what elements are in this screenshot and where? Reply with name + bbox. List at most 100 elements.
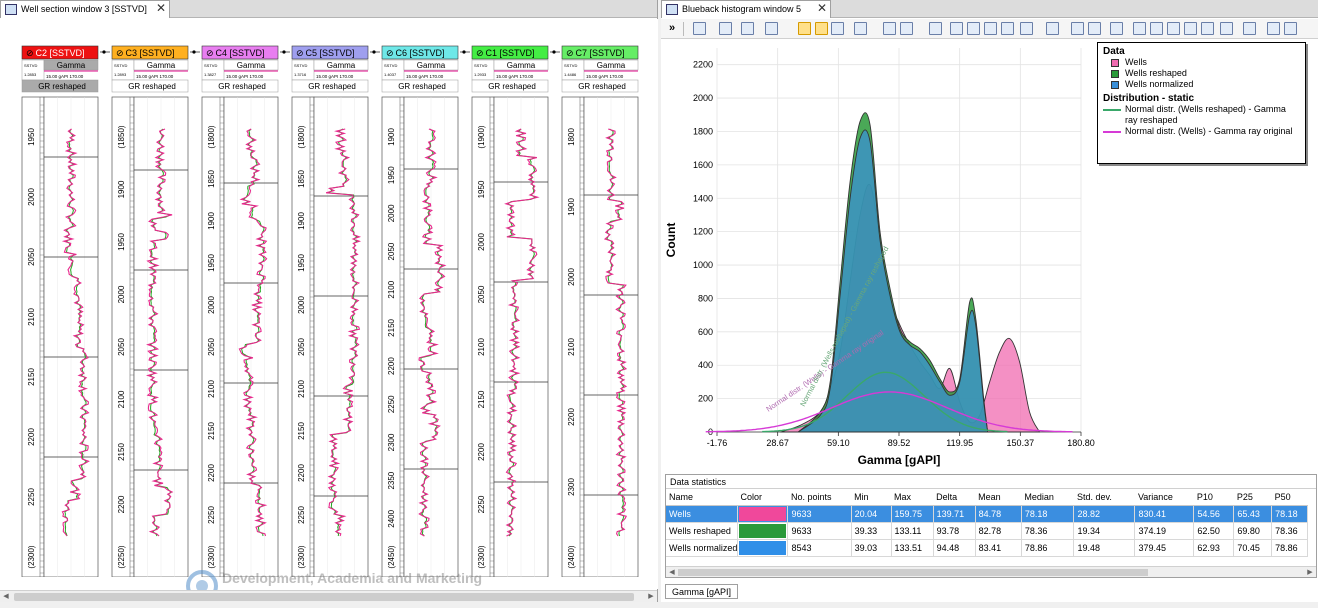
- log-scale-label: 15.00 gAPI 170.00: [586, 74, 624, 79]
- depth-tick-label: 2100: [297, 380, 306, 398]
- scroll-right-icon[interactable]: ▶: [1304, 567, 1316, 578]
- row-name-cell[interactable]: Wells reshaped: [666, 522, 738, 540]
- column-header[interactable]: P50: [1271, 489, 1308, 506]
- column-header[interactable]: Max: [891, 489, 934, 506]
- tab-histogram[interactable]: Blueback histogram window 5: [661, 0, 831, 18]
- display-options-icon[interactable]: [765, 22, 778, 35]
- bar-chart-icon[interactable]: [1133, 22, 1146, 35]
- log-name: Gamma: [327, 61, 356, 70]
- bottom-tab-gamma[interactable]: Gamma [gAPI]: [665, 584, 739, 599]
- fit-icon[interactable]: [984, 22, 997, 35]
- scroll-left-icon[interactable]: ◀: [0, 591, 12, 603]
- depth-unit-label: SSTVD: [24, 63, 37, 68]
- tab-well-section[interactable]: Well section window 3 [SSTVD]: [0, 0, 170, 18]
- overflow-chevron-icon[interactable]: »: [669, 22, 675, 34]
- crosshair-icon[interactable]: [831, 22, 844, 35]
- align-icon[interactable]: [883, 22, 896, 35]
- pencil-icon[interactable]: [1071, 22, 1084, 35]
- column-header[interactable]: P10: [1193, 489, 1234, 506]
- depth-tick-label: (1850): [117, 125, 126, 148]
- row-name-cell[interactable]: Wells: [666, 505, 738, 523]
- tab-well-section-label: Well section window 3 [SSTVD]: [21, 4, 147, 14]
- clear-icon[interactable]: [1284, 22, 1297, 35]
- stat-value-cell: 82.78: [975, 522, 1022, 540]
- y-tick-label: 800: [698, 293, 713, 303]
- grid-toggle-icon[interactable]: [815, 22, 828, 35]
- column-header[interactable]: Median: [1021, 489, 1074, 506]
- depth-tick-label: 1900: [567, 198, 576, 216]
- select-pointer-icon[interactable]: [693, 22, 706, 35]
- row-name-cell[interactable]: Wells normalized: [666, 539, 738, 557]
- axis-toggle-icon[interactable]: [798, 22, 811, 35]
- column-header[interactable]: Delta: [933, 489, 976, 506]
- stats-horizontal-scrollbar[interactable]: ◀ ▶: [666, 566, 1316, 577]
- legend-entry: Wells reshaped: [1103, 68, 1300, 79]
- table-row[interactable]: Wells normalized 8543 39.03 133.51 94.48 83.4…: [666, 539, 1308, 557]
- well-name: C2 [SSTVD]: [35, 48, 84, 58]
- depth-tick-label: 1800: [567, 128, 576, 146]
- histogram-icon[interactable]: [1110, 22, 1123, 35]
- scroll-left-icon[interactable]: ◀: [666, 567, 678, 578]
- close-icon[interactable]: ✕: [156, 1, 166, 15]
- track-label: GR reshaped: [128, 82, 176, 91]
- scroll-right-icon[interactable]: ▶: [645, 591, 657, 603]
- layout-icon[interactable]: [854, 22, 867, 35]
- close-icon[interactable]: ✕: [817, 1, 827, 15]
- settings-icon[interactable]: [1220, 22, 1233, 35]
- row-color-cell[interactable]: [737, 522, 789, 540]
- histogram-chart[interactable]: 0 200 400 600 800 1000 1200 1400 1600 1800 2000 220…: [661, 40, 1318, 472]
- line-chart-icon[interactable]: [1046, 22, 1059, 35]
- lasso-icon[interactable]: [1088, 22, 1101, 35]
- table-row[interactable]: Wells 9633 20.04 159.75 139.71 84.78 78.18 28.8…: [666, 505, 1308, 523]
- properties-icon[interactable]: [1243, 22, 1256, 35]
- well-track: C3 [SSTVD]⊘ SSTVD 1.2893 Gamma 15.00 gAPI 17…: [111, 45, 200, 577]
- export-icon[interactable]: [1001, 22, 1014, 35]
- column-header[interactable]: Mean: [975, 489, 1022, 506]
- chart-type-icon[interactable]: [929, 22, 942, 35]
- well-symbol-icon: ⊘: [566, 49, 574, 59]
- x-tick-label: 89.52: [888, 438, 911, 448]
- scrollbar-thumb[interactable]: [678, 569, 1148, 576]
- depth-tick-label: (1800): [297, 125, 306, 148]
- row-color-cell[interactable]: [737, 539, 789, 557]
- frame-icon[interactable]: [900, 22, 913, 35]
- stats-header-row: Name Color No. points Min Max Delta Mean…: [666, 489, 1308, 506]
- legend-entry: Wells: [1103, 57, 1300, 68]
- scrollbar-thumb[interactable]: [14, 593, 634, 601]
- depth-tick-label: 2050: [387, 242, 396, 260]
- view-eye-icon[interactable]: [719, 22, 732, 35]
- stats-table: Name Color No. points Min Max Delta Mean…: [666, 489, 1308, 557]
- column-header[interactable]: Std. dev.: [1073, 489, 1135, 506]
- depth-tick-label: 2000: [387, 204, 396, 222]
- stacked-bar-icon[interactable]: [1150, 22, 1163, 35]
- table-row[interactable]: Wells reshaped 9633 39.33 133.11 93.78 82.78 7…: [666, 522, 1308, 540]
- x-tick-label: 180.80: [1067, 438, 1095, 448]
- log-name: Gamma: [237, 61, 266, 70]
- view-options-icon[interactable]: [741, 22, 754, 35]
- depth-scale-label: 1.2893: [114, 72, 127, 77]
- column-header[interactable]: Variance: [1134, 489, 1194, 506]
- column-header[interactable]: P25: [1233, 489, 1272, 506]
- y-tick-label: 2000: [693, 93, 713, 103]
- column-header[interactable]: Name: [666, 489, 738, 506]
- depth-tick-label: 2000: [297, 296, 306, 314]
- well-section-plot[interactable]: C2 [SSTVD]⊘SSTVD1.2853Gamma15.00 gAPI 17…: [0, 19, 658, 577]
- zoom-icon[interactable]: [967, 22, 980, 35]
- statistics-icon[interactable]: [1201, 22, 1214, 35]
- scale-icon[interactable]: [950, 22, 963, 35]
- horizontal-scrollbar[interactable]: ◀ ▶: [0, 590, 657, 602]
- annotate-icon[interactable]: [1267, 22, 1280, 35]
- well-connector-node: [282, 50, 286, 54]
- y-tick-label: 2200: [693, 60, 713, 70]
- depth-tick-label: 2400: [387, 509, 396, 527]
- distribution-icon[interactable]: [1184, 22, 1197, 35]
- cumulative-icon[interactable]: [1167, 22, 1180, 35]
- depth-tick-label: 2300: [387, 433, 396, 451]
- column-header[interactable]: Color: [737, 489, 788, 506]
- copy-icon[interactable]: [1020, 22, 1033, 35]
- well-symbol-icon: ⊘: [476, 49, 484, 59]
- row-color-cell[interactable]: [737, 505, 789, 523]
- column-header[interactable]: Min: [851, 489, 892, 506]
- column-header[interactable]: No. points: [787, 489, 852, 506]
- well-section-canvas[interactable]: C2 [SSTVD] ⊘ SSTVD 1.2853 Gamma 15.00 gAPI 17…: [0, 19, 658, 603]
